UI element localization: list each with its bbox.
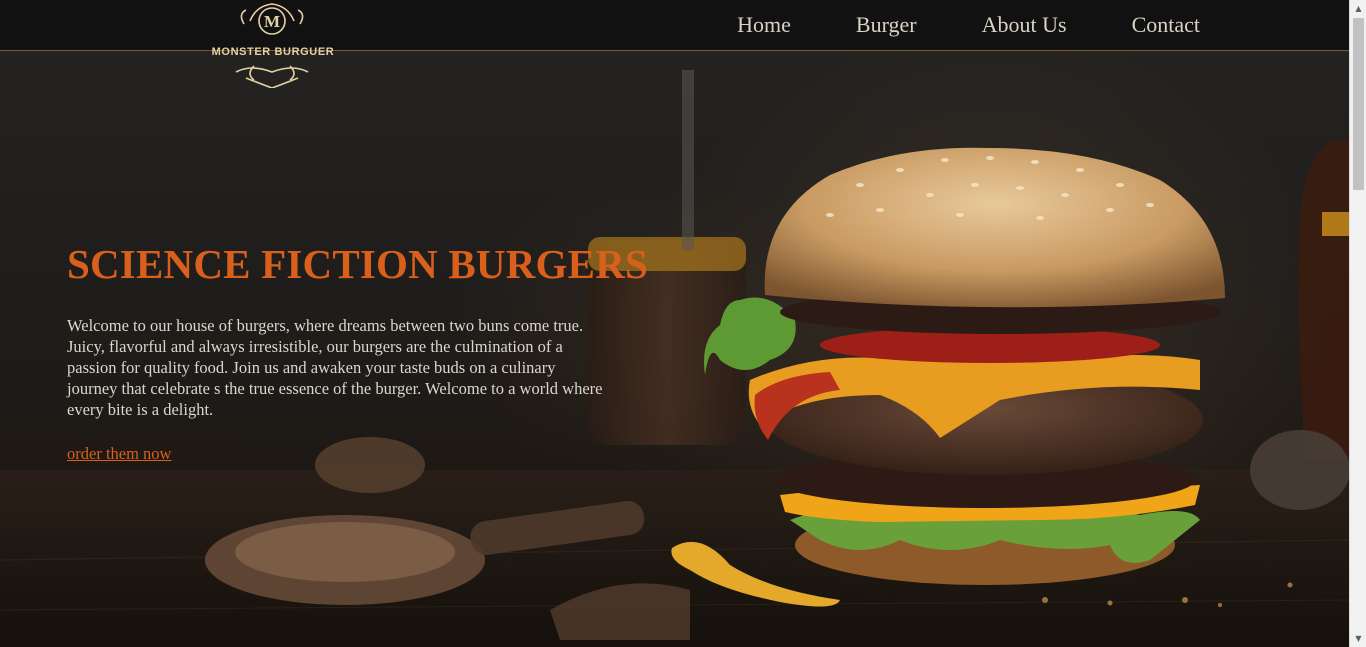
scrollbar-thumb[interactable] [1353, 18, 1364, 190]
logo-letter: M [264, 12, 280, 31]
brand-logo[interactable]: M MONSTER BURGUER [206, 2, 340, 88]
hero-description: Welcome to our house of burgers, where d… [67, 316, 603, 419]
nav-about-link[interactable]: About Us [982, 12, 1067, 38]
hero-title: SCIENCE FICTION BURGERS [67, 241, 649, 287]
chevron-down-icon[interactable]: ▼ [1350, 630, 1366, 647]
main-nav: Home Burger About Us Contact [672, 12, 1200, 38]
logo-text: MONSTER BURGUER [211, 46, 335, 58]
chevron-up-icon[interactable]: ▲ [1350, 0, 1366, 17]
page-viewport: M MONSTER BURGUER Home Burger About Us C… [0, 0, 1349, 647]
vertical-scrollbar[interactable]: ▲ ▼ [1349, 0, 1366, 647]
logo-emblem-icon: M [235, 3, 309, 88]
nav-home-link[interactable]: Home [737, 12, 791, 38]
order-now-link[interactable]: order them now [67, 444, 171, 464]
nav-contact-link[interactable]: Contact [1132, 12, 1200, 38]
nav-burger-link[interactable]: Burger [856, 12, 917, 38]
